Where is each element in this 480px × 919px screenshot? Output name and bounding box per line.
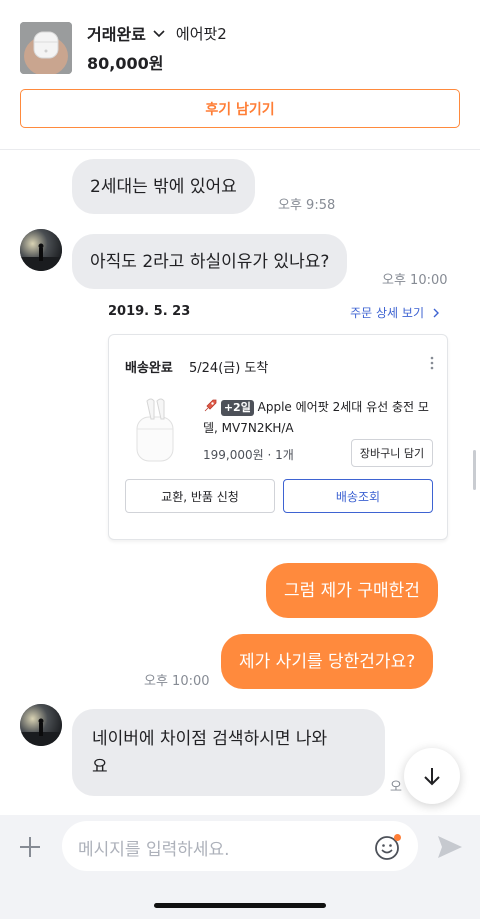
product-title[interactable]: +2일 Apple 에어팟 2세대 유선 충전 모델, MV7N2KH/A: [203, 397, 433, 439]
order-detail-label: 주문 상세 보기: [350, 306, 424, 320]
message-bubble: 네이버에 차이점 검색하시면 나와 요: [72, 709, 385, 796]
message-input[interactable]: 메시지를 입력하세요.: [62, 821, 418, 871]
more-options-icon[interactable]: [429, 355, 435, 371]
message-bubble: 그럼 제가 구매한건: [266, 563, 438, 618]
home-indicator: [154, 903, 326, 908]
arrow-down-icon: [424, 768, 440, 786]
order-detail-link[interactable]: 주문 상세 보기: [350, 304, 442, 321]
chevron-down-icon[interactable]: [152, 26, 166, 40]
plus-icon[interactable]: [18, 835, 42, 859]
write-review-button[interactable]: 후기 남기기: [20, 89, 460, 128]
product-price-qty: 199,000원 · 1개: [203, 448, 294, 462]
emoji-icon[interactable]: [374, 833, 402, 861]
message-text: 그럼 제가 구매한건: [284, 580, 420, 601]
scroll-to-bottom-button[interactable]: [404, 748, 460, 804]
message-time: 오: [390, 780, 402, 795]
message-text: 제가 사기를 당한건가요?: [239, 651, 416, 672]
airpods-product-image[interactable]: [127, 395, 183, 465]
rocket-icon: [204, 399, 217, 412]
message-time: 오후 9:58: [278, 198, 336, 213]
message-time: 오후 10:00: [144, 674, 210, 689]
message-bubble: 제가 사기를 당한건가요?: [221, 634, 434, 689]
message-text: 아직도 2라고 하실이유가 있나요?: [90, 251, 330, 272]
track-shipment-button[interactable]: 배송조회: [283, 479, 433, 513]
message-bubble: 2세대는 밖에 있어요: [72, 159, 255, 214]
message-text: 2세대는 밖에 있어요: [90, 176, 237, 197]
product-name: 에어팟2: [175, 24, 227, 43]
input-placeholder: 메시지를 입력하세요.: [78, 840, 230, 860]
order-date: 2019. 5. 23: [108, 304, 191, 319]
trade-header: 거래완료 에어팟2 80,000원 후기 남기기: [0, 0, 480, 150]
message-text: 네이버에 차이점 검색하시면 나와: [92, 728, 328, 749]
trade-status[interactable]: 거래완료: [87, 21, 146, 45]
scrollbar[interactable]: [473, 450, 476, 490]
chat-area[interactable]: 2세대는 밖에 있어요 오후 9:58 아직도 2라고 하실이유가 있나요? 오…: [0, 150, 480, 815]
message-text: 요: [92, 756, 108, 777]
order-card: 2019. 5. 23 주문 상세 보기 배송완료 5/24(금) 도착 +2일…: [108, 290, 456, 540]
avatar[interactable]: [20, 229, 62, 271]
delivery-card: 배송완료 5/24(금) 도착 +2일 Apple 에어팟 2세대 유선 충전 …: [108, 334, 448, 540]
message-bubble: 아직도 2라고 하실이유가 있나요?: [72, 234, 348, 289]
avatar[interactable]: [20, 704, 62, 746]
send-icon[interactable]: [436, 834, 464, 860]
delivery-status: 배송완료: [125, 361, 173, 376]
arrival-date: 5/24(금) 도착: [189, 361, 269, 376]
message-input-bar: 메시지를 입력하세요.: [0, 815, 480, 919]
return-exchange-button[interactable]: 교환, 반품 신청: [125, 479, 275, 513]
chevron-right-icon: [433, 308, 439, 317]
product-price: 80,000원: [87, 54, 164, 73]
delivery-badge: +2일: [220, 400, 254, 416]
add-to-cart-button[interactable]: 장바구니 담기: [351, 439, 433, 467]
product-thumbnail[interactable]: [20, 22, 72, 74]
message-time: 오후 10:00: [382, 273, 448, 288]
